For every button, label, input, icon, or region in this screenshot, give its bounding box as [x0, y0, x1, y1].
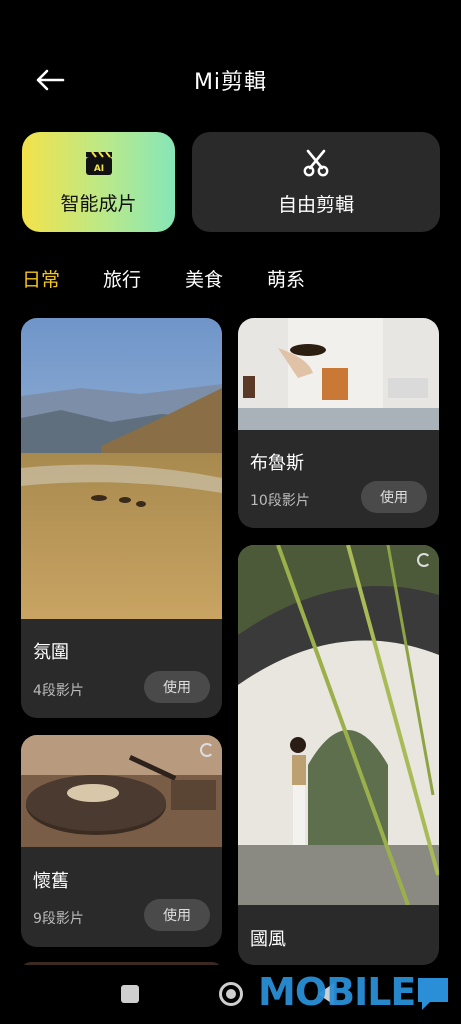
template-count: 10段影片: [250, 493, 310, 509]
use-button[interactable]: 使用: [144, 899, 210, 931]
template-name: 氛圍: [33, 642, 69, 663]
header: Mi剪輯: [0, 50, 461, 110]
use-button[interactable]: 使用: [361, 481, 427, 513]
template-name: 懷舊: [33, 871, 69, 892]
template-name: 國風: [250, 929, 286, 950]
template-count: 9段影片: [33, 911, 84, 927]
recents-icon[interactable]: [121, 985, 139, 1003]
template-card-nostalgia[interactable]: 懷舊 9段影片 使用: [21, 735, 222, 947]
template-card-blues[interactable]: 布魯斯 10段影片 使用: [238, 318, 439, 528]
loading-icon: [200, 743, 214, 757]
watermark-logo: MOBILE: [258, 970, 416, 1014]
svg-text:AI: AI: [93, 164, 103, 174]
smart-film-button[interactable]: AI 智能成片: [22, 132, 175, 232]
page-title: Mi剪輯: [193, 70, 268, 95]
template-thumbnail: [238, 318, 439, 430]
template-card-atmosphere[interactable]: 氛圍 4段影片 使用: [21, 318, 222, 718]
tab-travel[interactable]: 旅行: [103, 265, 141, 292]
template-thumbnail: [21, 318, 222, 619]
template-name: 布魯斯: [250, 453, 304, 474]
smart-film-label: 智能成片: [60, 192, 137, 215]
free-edit-button[interactable]: 自由剪輯: [192, 132, 440, 232]
template-count: 4段影片: [33, 683, 84, 699]
template-thumbnail: [238, 545, 439, 905]
scissors-icon: [303, 149, 329, 176]
template-thumbnail: [21, 735, 222, 847]
use-button[interactable]: 使用: [144, 671, 210, 703]
loading-icon: [417, 553, 431, 567]
free-edit-label: 自由剪輯: [277, 193, 354, 216]
ai-clapperboard-icon: AI: [85, 150, 112, 175]
template-card-chinese-style[interactable]: 國風: [238, 545, 439, 965]
watermark-flag-icon: [418, 978, 448, 1010]
tab-food[interactable]: 美食: [185, 265, 223, 292]
tab-cute[interactable]: 萌系: [267, 265, 305, 292]
tab-daily[interactable]: 日常: [22, 265, 60, 292]
home-icon[interactable]: [219, 982, 243, 1006]
